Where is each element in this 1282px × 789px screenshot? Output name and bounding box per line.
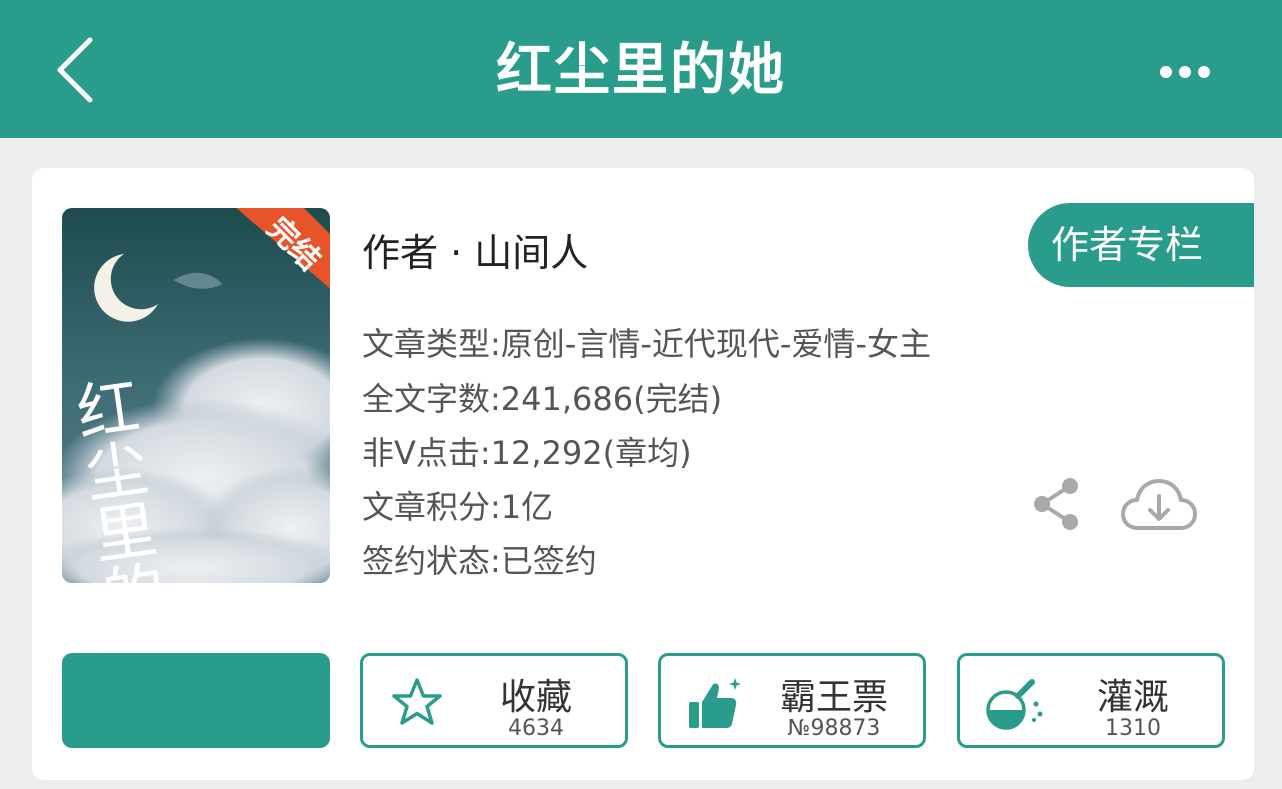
irrigate-count: 1310 xyxy=(1105,716,1161,741)
cloud-download-icon xyxy=(1121,479,1197,530)
info-score: 文章积分:1亿 xyxy=(362,488,554,526)
book-cover[interactable]: 完结 红尘里的她 xyxy=(62,208,330,583)
top-bar: 红尘里的她 xyxy=(0,0,1282,138)
cover-title-art: 红尘里的她 xyxy=(62,373,177,583)
vote-label: 霸王票 xyxy=(779,677,888,718)
info-article-type: 文章类型:原创-言情-近代现代-爱情-女主 xyxy=(362,325,931,363)
vote-count: №98873 xyxy=(787,716,881,741)
share-icon xyxy=(1034,478,1078,530)
read-button[interactable] xyxy=(62,653,330,748)
chevron-left-icon xyxy=(57,37,93,103)
cover-title-text: 红尘里的她 xyxy=(62,373,177,583)
vote-button[interactable]: 霸王票 №98873 xyxy=(658,653,926,748)
info-sign-status: 签约状态:已签约 xyxy=(362,542,597,580)
info-word-count: 全文字数:241,686(完结) xyxy=(362,380,723,418)
share-button[interactable] xyxy=(1030,476,1084,532)
more-horizontal-icon xyxy=(1160,66,1210,78)
irrigate-button[interactable]: 灌溉 1310 xyxy=(957,653,1225,748)
star-icon xyxy=(392,678,442,725)
more-button[interactable] xyxy=(1152,54,1218,90)
collect-count: 4634 xyxy=(508,716,564,741)
collect-label: 收藏 xyxy=(499,677,572,718)
info-click-count: 非V点击:12,292(章均) xyxy=(362,434,692,472)
download-button[interactable] xyxy=(1120,476,1198,534)
page-title: 红尘里的她 xyxy=(496,38,786,103)
thumbs-up-icon xyxy=(689,678,741,728)
collect-button[interactable]: 收藏 4634 xyxy=(360,653,628,748)
author-name[interactable]: 作者 · 山间人 xyxy=(362,222,588,277)
irrigate-label: 灌溉 xyxy=(1096,677,1169,718)
author-column-button[interactable]: 作者专栏 xyxy=(1028,203,1254,287)
back-button[interactable] xyxy=(44,34,104,106)
flask-icon xyxy=(986,679,1043,730)
